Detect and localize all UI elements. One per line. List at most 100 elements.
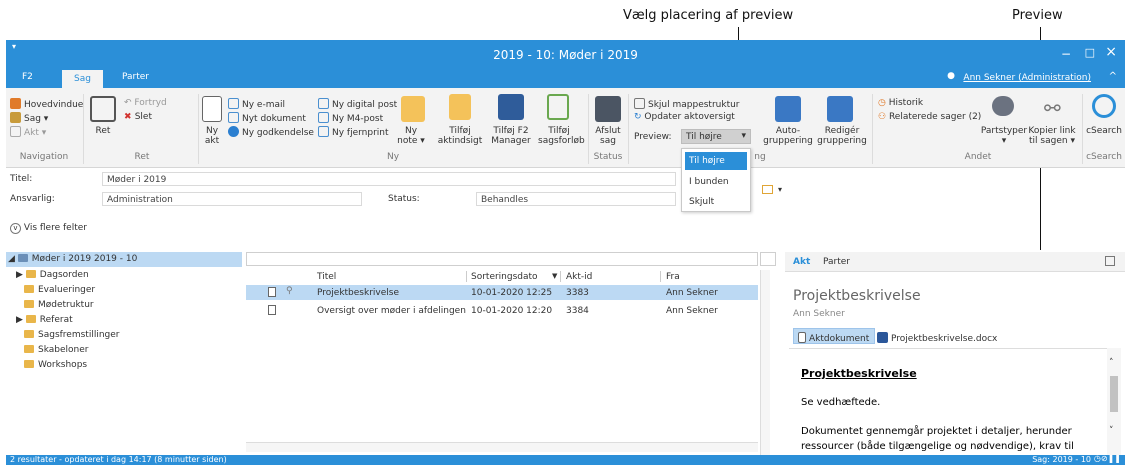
ribbon-separator <box>628 94 629 164</box>
ansvarlig-field[interactable]: Administration <box>102 192 362 206</box>
opdater-aktoversigt-button[interactable]: ↻ Opdater aktoversigt <box>634 112 735 122</box>
folder-icon <box>24 285 34 293</box>
ribbon-tabbar: F2 Sag Parter ● Ann Sekner (Administrati… <box>6 68 1125 88</box>
attachment-icon: ⚲ <box>286 286 293 296</box>
tab-parter[interactable]: Parter <box>122 72 149 82</box>
folder-icon <box>24 345 34 353</box>
list-scrollbar-horizontal[interactable] <box>246 442 758 452</box>
tab-sag[interactable]: Sag <box>62 70 103 88</box>
scroll-down-icon[interactable]: ˅ <box>1109 426 1114 436</box>
rediger-gruppering-button[interactable]: Redigér gruppering <box>816 126 868 146</box>
partstyper-button[interactable]: Partstyper ▾ <box>980 126 1028 146</box>
ny-note-button[interactable]: Ny note ▾ <box>394 126 428 146</box>
partstyper-icon <box>992 96 1014 116</box>
preview-option-til-hoejre[interactable]: Til højre <box>685 152 747 170</box>
close-button[interactable]: × <box>1105 44 1117 60</box>
tree-root[interactable]: ◢ Møder i 2019 2019 - 10 <box>6 252 242 267</box>
minimize-button[interactable]: − <box>1061 47 1071 61</box>
ny-email-button[interactable]: Ny e-mail <box>228 98 285 110</box>
kopier-link-button[interactable]: Kopier link til sagen ▾ <box>1026 126 1078 146</box>
approval-icon <box>228 126 239 137</box>
tilfoej-aktindsigt-button[interactable]: Tilføj aktindsigt <box>434 126 486 146</box>
column-divider <box>660 271 661 282</box>
folder-icon <box>24 360 34 368</box>
column-header-akt-id[interactable]: Akt-id <box>566 272 592 282</box>
table-row[interactable]: ⚲ Projektbeskrivelse 10-01-2020 12:25 33… <box>246 285 758 300</box>
tab-f2[interactable]: F2 <box>22 72 33 82</box>
preview-select[interactable]: Til højre ▾ <box>681 129 751 144</box>
case-folder-icon <box>17 254 28 262</box>
callout-preview: Preview <box>1012 8 1063 23</box>
column-header-fra[interactable]: Fra <box>666 272 680 282</box>
tree-item-dagsorden[interactable]: ▶ Dagsorden <box>16 270 89 284</box>
list-options-icon[interactable] <box>760 252 776 266</box>
popout-icon[interactable] <box>1105 256 1115 266</box>
aktdokument-tab[interactable]: Aktdokument <box>793 328 875 344</box>
note-icon <box>401 96 425 122</box>
preview-tabbar: Akt Parter <box>785 252 1125 272</box>
list-search-input[interactable] <box>246 252 758 266</box>
user-link[interactable]: Ann Sekner (Administration) <box>963 73 1091 83</box>
relaterede-sager-button[interactable]: ⚇ Relaterede sager (2) <box>878 112 981 122</box>
tree-item-referat[interactable]: ▶ Referat <box>16 315 73 329</box>
expand-arrow-icon: ▶ <box>16 270 26 280</box>
tree-item-workshops[interactable]: Workshops <box>24 360 87 374</box>
sag-menu-button[interactable]: Sag ▾ <box>10 112 48 124</box>
print-icon <box>318 126 329 137</box>
preview-pane: Akt Parter Projektbeskrivelse Ann Sekner… <box>785 250 1125 455</box>
tilfoej-f2-manager-button[interactable]: Tilføj F2 Manager <box>490 126 532 146</box>
ny-fjernprint-button[interactable]: Ny fjernprint <box>318 126 389 138</box>
column-divider <box>466 271 467 282</box>
preview-scrollbar[interactable]: ˄ ˅ <box>1107 348 1121 455</box>
akt-menu-button[interactable]: Akt ▾ <box>10 126 46 138</box>
preview-tab-akt[interactable]: Akt <box>793 257 810 267</box>
collapse-ribbon-button[interactable]: ^ <box>1109 71 1117 82</box>
chevron-down-icon: ▾ <box>741 131 746 141</box>
status-case: Sag: 2019 - 10 <box>1032 455 1091 464</box>
vis-flere-felter-button[interactable]: v Vis flere felter <box>10 223 87 234</box>
row-fra: Ann Sekner <box>666 306 718 316</box>
preview-title: Projektbeskrivelse <box>793 288 921 304</box>
folder-outline-icon[interactable] <box>762 185 773 194</box>
maximize-button[interactable]: □ <box>1085 46 1095 59</box>
csearch-button[interactable]: cSearch <box>1084 126 1124 136</box>
preview-tab-parter[interactable]: Parter <box>823 257 850 267</box>
group-label-navigation: Navigation <box>19 152 69 162</box>
table-row[interactable]: Oversigt over møder i afdelingen 10-01-2… <box>246 303 758 318</box>
auto-gruppering-button[interactable]: Auto-gruppering <box>762 126 814 146</box>
titel-field[interactable]: Møder i 2019 <box>102 172 676 186</box>
historik-button[interactable]: ◷ Historik <box>878 98 923 108</box>
folder-menu-chevron-icon[interactable]: ▾ <box>778 185 782 194</box>
afslut-sag-button[interactable]: Afslut sag <box>590 126 626 146</box>
attachment-tab[interactable]: Projektbeskrivelse.docx <box>877 332 997 344</box>
fortryd-button[interactable]: ↶ Fortryd <box>124 98 167 108</box>
slet-button[interactable]: ✖ Slet <box>124 112 152 122</box>
titel-label: Titel: <box>10 174 33 184</box>
folder-structure-icon <box>634 98 645 109</box>
ny-digital-post-button[interactable]: Ny digital post <box>318 98 397 110</box>
tree-item-moedestruktur[interactable]: Mødetruktur <box>24 300 94 314</box>
history-icon: ◷ <box>878 98 889 108</box>
scroll-up-icon[interactable]: ˄ <box>1109 358 1114 368</box>
tilfoej-sagsforloeb-button[interactable]: Tilføj sagsforløb <box>538 126 585 146</box>
hovedvindue-button[interactable]: Hovedvindue <box>10 98 83 110</box>
folder-icon <box>24 330 34 338</box>
tree-item-skabeloner[interactable]: Skabeloner <box>24 345 88 359</box>
tree-item-sagsfremstillinger[interactable]: Sagsfremstillinger <box>24 330 119 344</box>
list-scrollbar-vertical[interactable] <box>760 270 770 455</box>
status-field[interactable]: Behandles <box>476 192 676 206</box>
group-label-ny: Ny <box>386 152 400 162</box>
ribbon-separator <box>198 94 199 164</box>
skjul-mappestruktur-button[interactable]: Skjul mappestruktur <box>634 98 740 110</box>
scroll-thumb[interactable] <box>1110 376 1118 412</box>
status-text: 2 resultater - opdateret i dag 14:17 (8 … <box>10 455 227 464</box>
nyt-dokument-button[interactable]: Nyt dokument <box>228 112 306 124</box>
ny-m4-post-button[interactable]: Ny M4-post <box>318 112 383 124</box>
column-header-sorteringsdato[interactable]: Sorteringsdato <box>471 272 538 282</box>
new-file-icon <box>228 112 239 123</box>
column-header-titel[interactable]: Titel <box>317 272 336 282</box>
ny-godkendelse-button[interactable]: Ny godkendelse <box>228 126 314 138</box>
ret-button[interactable]: Ret <box>86 126 120 136</box>
ny-akt-button[interactable]: Ny akt <box>200 126 224 146</box>
tree-item-evalueringer[interactable]: Evalueringer <box>24 285 95 299</box>
